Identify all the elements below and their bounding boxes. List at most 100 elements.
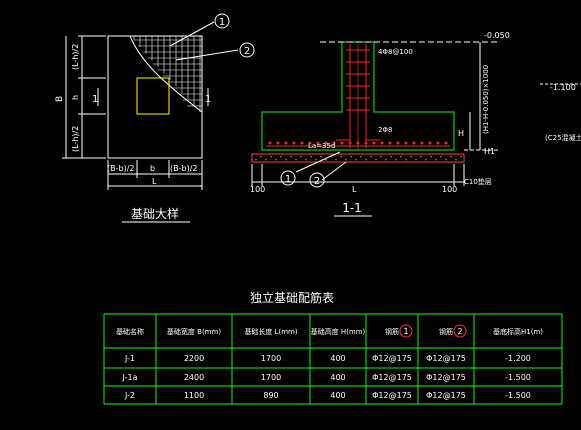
height-label: H — [458, 129, 464, 138]
pad-dot — [375, 158, 377, 161]
pad-dot — [280, 155, 282, 158]
dim-bottom-left: (B-b)/2 — [107, 164, 134, 173]
table-cell: -1.200 — [505, 354, 531, 363]
cad-drawing: 1 2 (L-h)/2 h (L-h)/2 B 1 1 (B-b)/2 b (B… — [0, 0, 581, 430]
pad-dot — [455, 158, 457, 161]
table-cell: 1700 — [261, 354, 281, 363]
table-cell: 1100 — [184, 391, 204, 400]
rebar-dot — [444, 141, 448, 145]
table-cell: 2400 — [184, 373, 204, 382]
rebar-dot — [380, 141, 384, 145]
pad-dot — [340, 155, 342, 158]
column-height: (H1-H-0.050)×1000 — [482, 65, 490, 134]
pad-dot — [370, 155, 372, 158]
pad-dot — [425, 158, 427, 161]
elev-bottom: H1 — [484, 147, 495, 156]
rebar-dot — [428, 141, 432, 145]
pad-dot — [285, 158, 287, 161]
pad-dot — [355, 158, 357, 161]
dim-left-mid: h — [71, 95, 80, 100]
pad-dot — [405, 158, 407, 161]
pad-dot — [420, 155, 422, 158]
rebar-dot — [340, 141, 344, 145]
pad-dot — [390, 155, 392, 158]
rebar-dot — [276, 141, 280, 145]
anchor-length: La=35d — [308, 142, 335, 150]
pad-dot — [400, 155, 402, 158]
partial-note: (C25混凝土) — [545, 133, 581, 142]
table-cell: 890 — [263, 391, 278, 400]
section-title: 1-1 — [342, 201, 362, 215]
pad-dot — [360, 155, 362, 158]
rebar-dot — [396, 141, 400, 145]
table-cell: 1700 — [261, 373, 281, 382]
plan-section-1-right: 1 — [205, 94, 211, 105]
plan-callout-1: 1 — [219, 17, 225, 28]
table-header-cell: 基础宽度 B(mm) — [167, 327, 221, 336]
pad-dot — [275, 158, 277, 161]
plan-title: 基础大样 — [131, 206, 179, 221]
pad-dot — [435, 158, 437, 161]
pad-dot — [305, 158, 307, 161]
table-cell: J-1 — [124, 354, 135, 363]
pad-dot — [385, 158, 387, 161]
plan-callout-2: 2 — [244, 46, 250, 57]
pad-dot — [255, 158, 257, 161]
pad-dot — [345, 158, 347, 161]
rebar-dot — [436, 141, 440, 145]
table-header-cell: 钢筋 — [439, 327, 453, 336]
rebar-dot — [268, 141, 272, 145]
dim-bottom-right: (B-b)/2 — [170, 164, 197, 173]
dim-bottom-total: L — [152, 177, 157, 186]
table-cell: 2200 — [184, 354, 204, 363]
table-header-cell: 基础名称 — [116, 327, 144, 336]
pad-dot — [310, 155, 312, 158]
rebar-dot — [364, 141, 368, 145]
pad-dot — [300, 155, 302, 158]
table-header-cell: 钢筋 — [385, 327, 399, 336]
table-cell: 400 — [330, 391, 345, 400]
rebar-dot — [420, 141, 424, 145]
rebar-dot — [412, 141, 416, 145]
table-cell: 400 — [330, 373, 345, 382]
section-callout-1: 1 — [285, 174, 291, 185]
rebar-dot — [300, 141, 304, 145]
section-callout-2: 2 — [314, 176, 320, 187]
table-cell: J-2 — [124, 391, 135, 400]
plan-section-1-left: 1 — [92, 94, 98, 105]
pad-dot — [290, 155, 292, 158]
table-cell: Φ12@175 — [426, 391, 466, 400]
rebar-dot — [404, 141, 408, 145]
pad-dot — [320, 155, 322, 158]
pad-dot — [395, 158, 397, 161]
pad-dot — [380, 155, 382, 158]
table-cell: -1.500 — [505, 391, 531, 400]
table-header-cell: 基础长度 L(mm) — [244, 327, 297, 336]
pad-dot — [460, 155, 462, 158]
dim-left-100: 100 — [250, 185, 265, 194]
rebar-dot — [388, 141, 392, 145]
pad-dot — [415, 158, 417, 161]
pad-dot — [265, 158, 267, 161]
pad-dot — [260, 155, 262, 158]
rebar-dot — [292, 141, 296, 145]
pad-note: C10垫层 — [464, 177, 492, 186]
table-cell: Φ12@175 — [426, 354, 466, 363]
pad-dot — [445, 158, 447, 161]
pad-dot — [315, 158, 317, 161]
rebar-dot — [372, 141, 376, 145]
pad-dot — [295, 158, 297, 161]
dim-right-100: 100 — [442, 185, 457, 194]
pad-dot — [430, 155, 432, 158]
table-cell: J-1a — [122, 373, 138, 382]
pad-dot — [410, 155, 412, 158]
dim-left-total: B — [55, 96, 65, 102]
pad-dot — [270, 155, 272, 158]
table-cell: Φ12@175 — [372, 391, 412, 400]
stirrup-bottom: 2Φ8 — [378, 126, 392, 134]
header-callout: 1 — [403, 327, 408, 336]
stirrup-top: 4Φ8@100 — [378, 48, 413, 56]
table-cell: Φ12@175 — [372, 373, 412, 382]
header-callout: 2 — [457, 327, 462, 336]
pad-dot — [335, 158, 337, 161]
